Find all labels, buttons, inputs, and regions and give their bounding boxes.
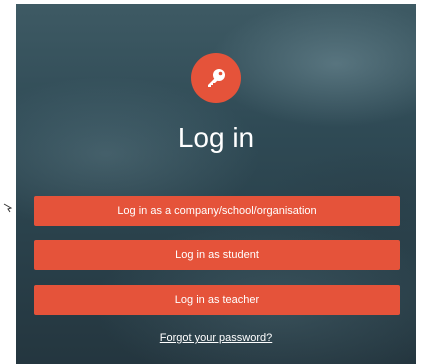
- login-panel: Log in Log in as a company/school/organi…: [16, 4, 416, 364]
- page-title: Log in: [177, 122, 255, 153]
- forgot-password-link[interactable]: Forgot your password?: [16, 332, 416, 344]
- cursor-icon: [3, 203, 13, 213]
- login-student-button[interactable]: Log in as student: [34, 240, 400, 270]
- page: Log in Log in as a company/school/organi…: [0, 0, 422, 364]
- logo: [191, 53, 241, 103]
- login-company-button[interactable]: Log in as a company/school/organisation: [34, 196, 400, 226]
- login-student-label: Log in as student: [175, 249, 259, 261]
- key-icon: [208, 69, 225, 87]
- login-teacher-button[interactable]: Log in as teacher: [34, 285, 400, 315]
- login-teacher-label: Log in as teacher: [174, 294, 260, 306]
- login-company-label: Log in as a company/school/organisation: [117, 205, 317, 217]
